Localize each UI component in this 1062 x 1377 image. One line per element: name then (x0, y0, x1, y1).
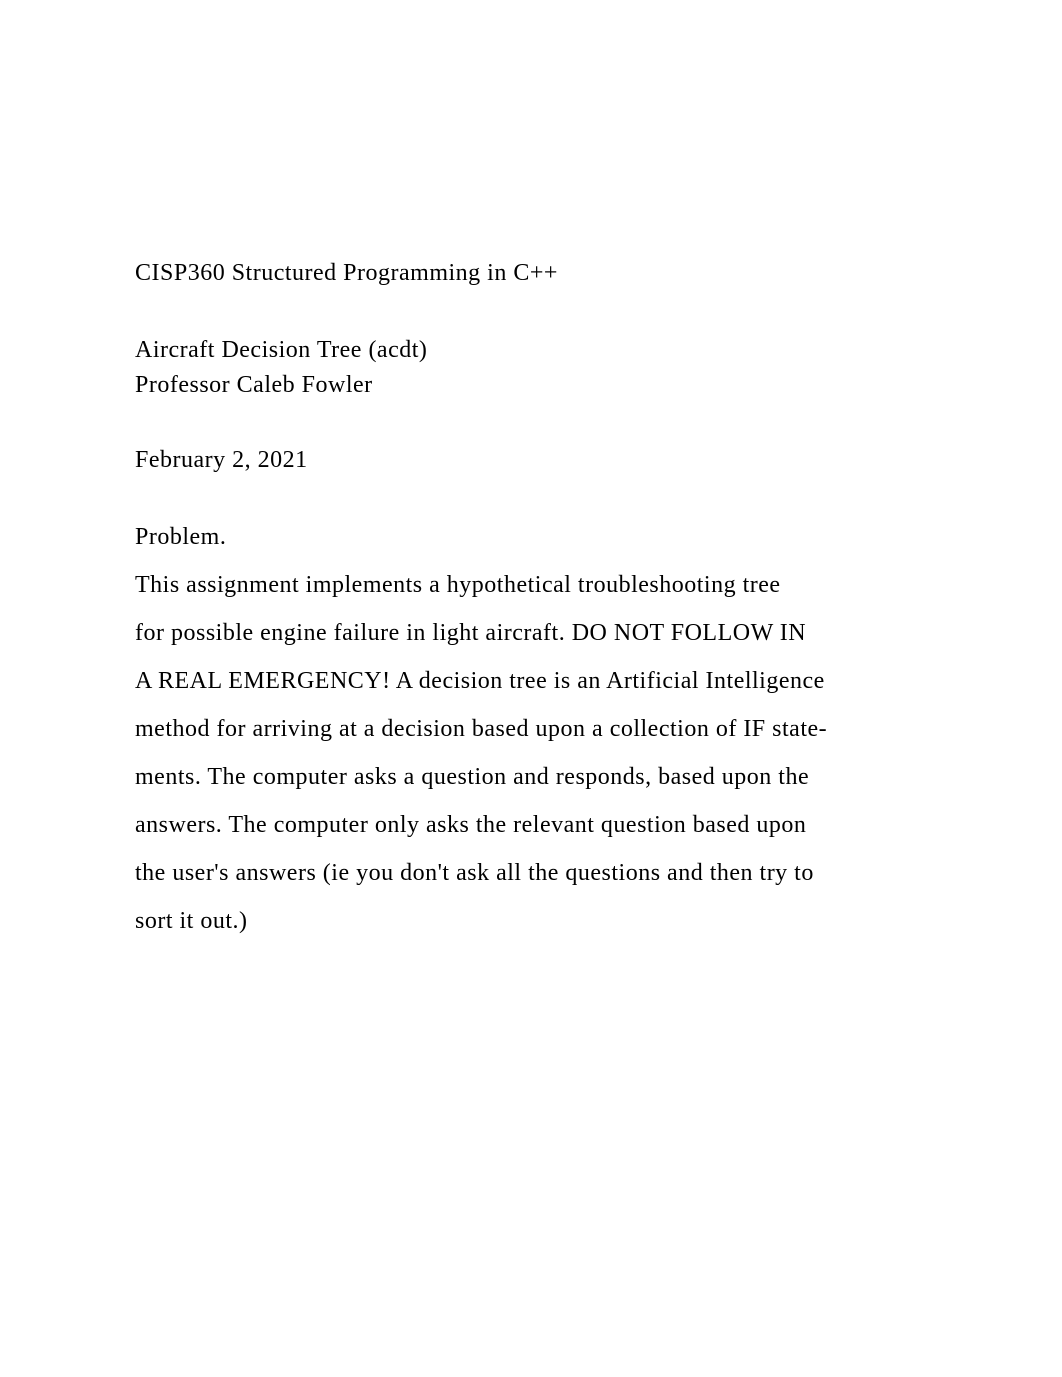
body-line: A REAL EMERGENCY! A decision tree is an … (135, 657, 927, 705)
body-line: sort it out.) (135, 897, 927, 945)
body-line: for possible engine failure in light air… (135, 609, 927, 657)
body-line: answers. The computer only asks the rele… (135, 801, 927, 849)
body-line: method for arriving at a decision based … (135, 705, 927, 753)
assignment-title: Aircraft Decision Tree (acdt) (135, 337, 927, 364)
body-line: the user's answers (ie you don't ask all… (135, 849, 927, 897)
document-date: February 2, 2021 (135, 447, 927, 474)
body-line: This assignment implements a hypothetica… (135, 561, 927, 609)
section-heading: Problem. (135, 524, 927, 551)
course-title: CISP360 Structured Programming in C++ (135, 260, 927, 287)
professor-name: Professor Caleb Fowler (135, 372, 927, 399)
body-line: ments. The computer asks a question and … (135, 753, 927, 801)
problem-paragraph: This assignment implements a hypothetica… (135, 561, 927, 945)
